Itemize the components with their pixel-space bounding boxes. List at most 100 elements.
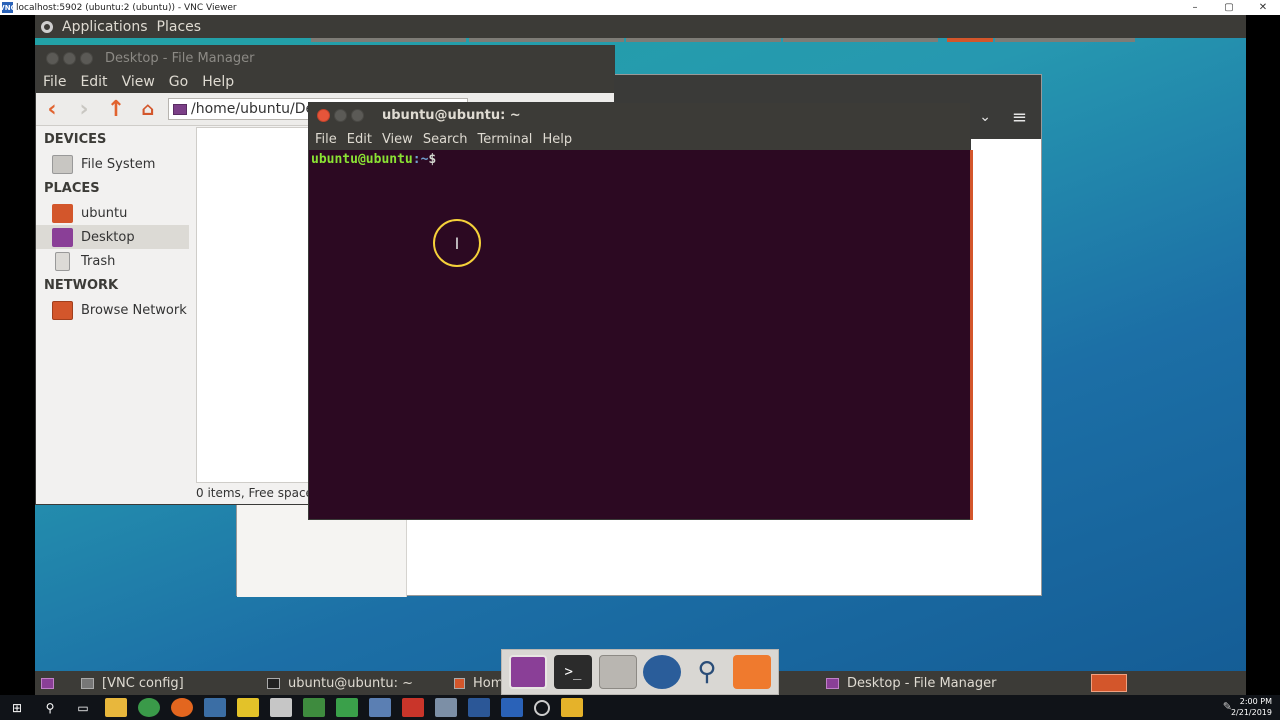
sidebar-item-label: ubuntu <box>81 205 128 221</box>
sidebar-item-browse-network[interactable]: Browse Network <box>36 298 189 322</box>
system-clock[interactable]: 2:00 PM 2/21/2019 <box>1231 696 1272 718</box>
applications-menu[interactable]: Applications <box>62 19 148 35</box>
window-controls <box>46 51 93 65</box>
file-explorer-icon[interactable] <box>105 698 127 717</box>
windows-start-icon[interactable]: ⊞ <box>6 698 28 717</box>
status-bar: 0 items, Free space <box>196 486 313 500</box>
remote-desktop[interactable]: Applications Places ⌄ ≡ Desktop - File M… <box>35 15 1246 695</box>
windows-taskbar: ⊞ ⚲ ▭ ✎ 2:00 PM 2/21/2019 <box>0 695 1280 720</box>
close-button[interactable] <box>317 109 330 122</box>
file-manager-menubar: File Edit View Go Help <box>36 70 614 93</box>
app-icon[interactable] <box>534 699 550 716</box>
terminal-window[interactable]: ubuntu@ubuntu: ~ File Edit View Search T… <box>308 102 973 520</box>
file-manager-titlebar[interactable]: Desktop - File Manager <box>36 46 614 70</box>
applications-menu-icon[interactable] <box>41 20 53 33</box>
search-icon[interactable]: ⚲ <box>688 655 726 689</box>
close-button[interactable] <box>46 51 59 65</box>
desktop-folder-icon <box>52 227 73 247</box>
show-desktop-icon[interactable] <box>41 671 62 695</box>
workspace-active[interactable] <box>947 38 993 42</box>
powerpoint-icon[interactable] <box>402 698 424 717</box>
task-view-icon[interactable]: ▭ <box>72 698 94 717</box>
forward-arrow-icon[interactable]: › <box>68 95 100 123</box>
task-home[interactable]: Hom <box>454 671 503 695</box>
folder-icon[interactable] <box>732 655 771 689</box>
close-button[interactable]: ✕ <box>1246 0 1280 15</box>
task-terminal[interactable]: ubuntu@ubuntu: ~ <box>267 671 413 695</box>
minimize-button[interactable] <box>334 109 347 122</box>
app-icon[interactable] <box>336 698 358 717</box>
terminal-output[interactable]: ubuntu@ubuntu:~$ <box>309 150 970 169</box>
sidebar-item-file-system[interactable]: File System <box>36 152 189 176</box>
minimize-button[interactable] <box>63 51 76 65</box>
chrome-icon[interactable] <box>138 698 160 717</box>
section-places: PLACES <box>44 181 100 196</box>
network-app-icon[interactable] <box>204 698 226 717</box>
terminal-title: ubuntu@ubuntu: ~ <box>382 108 521 123</box>
menu-terminal[interactable]: Terminal <box>477 132 532 147</box>
panel-task-strip <box>783 38 938 42</box>
up-arrow-icon[interactable]: ↑ <box>100 95 132 123</box>
app-icon[interactable] <box>369 698 391 717</box>
word-icon[interactable] <box>468 698 490 717</box>
vnc-viewer-icon[interactable] <box>501 698 523 717</box>
sidebar-item-ubuntu[interactable]: ubuntu <box>36 201 189 225</box>
maximize-button[interactable] <box>80 51 93 65</box>
places-menu[interactable]: Places <box>157 19 202 35</box>
app-icon[interactable] <box>171 698 193 717</box>
sidebar-item-label: File System <box>81 156 156 172</box>
task-file-manager[interactable]: Desktop - File Manager <box>826 671 996 695</box>
back-arrow-icon[interactable]: ‹ <box>36 95 68 123</box>
hamburger-menu-icon[interactable]: ≡ <box>1012 107 1027 128</box>
clock-time: 2:00 PM <box>1239 697 1272 706</box>
app-icon[interactable] <box>303 698 325 717</box>
app-icon[interactable] <box>561 698 583 717</box>
maximize-button[interactable] <box>351 109 364 122</box>
sidebar-item-desktop[interactable]: Desktop <box>36 225 189 249</box>
home-folder-icon <box>52 203 73 223</box>
vnc-left-margin <box>0 15 35 695</box>
section-network: NETWORK <box>44 278 119 293</box>
menu-edit[interactable]: Edit <box>80 74 107 90</box>
minimize-button[interactable]: – <box>1178 0 1212 15</box>
terminal-icon[interactable]: >_ <box>553 655 592 689</box>
screen: VNC localhost:5902 (ubuntu:2 (ubuntu)) -… <box>0 0 1280 720</box>
home-icon[interactable]: ⌂ <box>132 95 164 123</box>
sidebar-item-trash[interactable]: Trash <box>36 249 189 273</box>
menu-edit[interactable]: Edit <box>347 132 372 147</box>
window-icon <box>81 677 94 689</box>
trash-icon <box>55 251 70 271</box>
panel-task-strip <box>469 38 624 42</box>
menu-help[interactable]: Help <box>542 132 572 147</box>
file-manager-icon[interactable] <box>598 655 637 689</box>
file-manager-title: Desktop - File Manager <box>105 50 255 66</box>
search-icon[interactable]: ⚲ <box>39 698 61 717</box>
task-vnc-config[interactable]: [VNC config] <box>81 671 184 695</box>
menu-go[interactable]: Go <box>169 74 188 90</box>
vnc-app-icon: VNC <box>0 2 16 13</box>
sidebar-item-label: Trash <box>81 253 116 269</box>
app-icon[interactable] <box>435 698 457 717</box>
app-icon[interactable] <box>237 698 259 717</box>
menu-file[interactable]: File <box>315 132 337 147</box>
menu-view[interactable]: View <box>382 132 413 147</box>
task-label: Hom <box>473 675 504 691</box>
vnc-titlebar: VNC localhost:5902 (ubuntu:2 (ubuntu)) -… <box>0 0 1280 15</box>
workspace-indicator-icon[interactable] <box>1091 674 1127 692</box>
clock-date: 2/21/2019 <box>1230 708 1272 717</box>
sidebar-item-label: Desktop <box>81 229 135 245</box>
menu-view[interactable]: View <box>122 74 155 90</box>
show-desktop-icon[interactable] <box>509 655 548 689</box>
workspace-switcher[interactable] <box>995 38 1135 42</box>
window-controls <box>317 109 364 122</box>
menu-help[interactable]: Help <box>202 74 234 90</box>
terminal-menubar: File Edit View Search Terminal Help <box>309 128 970 150</box>
chevron-down-icon[interactable]: ⌄ <box>979 109 991 125</box>
menu-file[interactable]: File <box>43 74 66 90</box>
menu-search[interactable]: Search <box>423 132 468 147</box>
app-icon[interactable] <box>270 698 292 717</box>
terminal-titlebar[interactable]: ubuntu@ubuntu: ~ <box>309 103 970 128</box>
web-browser-icon[interactable] <box>643 655 682 689</box>
prompt-sign: $ <box>428 152 437 167</box>
maximize-button[interactable]: ▢ <box>1212 0 1246 15</box>
